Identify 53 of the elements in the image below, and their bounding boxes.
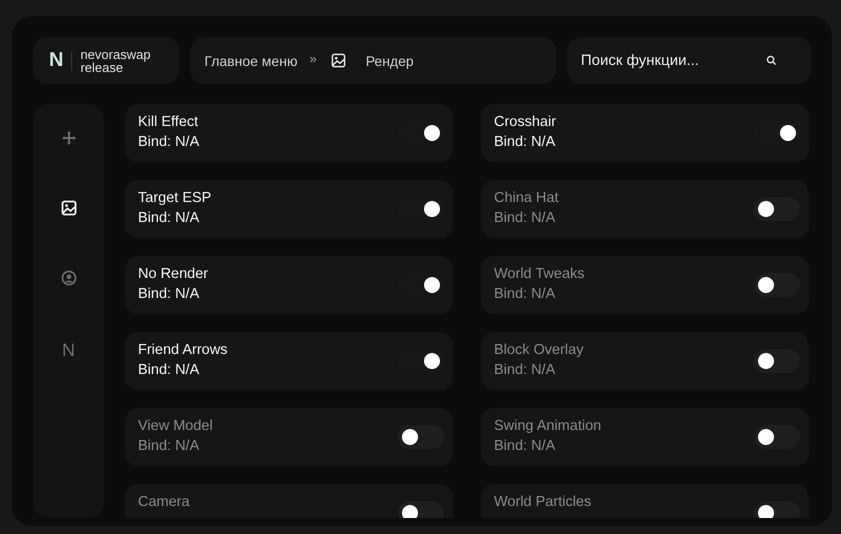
client-name: nevoraswap release [80,48,152,74]
module-name: Kill Effect [138,114,200,131]
image-icon[interactable] [60,200,76,216]
module-name: Crosshair [494,114,556,131]
module-name: Target ESP [138,190,212,207]
module-card[interactable]: World Tweaks Bind: N/A [481,256,809,314]
toggle-switch[interactable] [398,425,444,449]
toggle-switch[interactable] [754,273,800,297]
module-card[interactable]: Crosshair Bind: N/A [481,104,809,162]
bind-label: Bind: N/A [494,134,556,151]
module-card[interactable]: Kill Effect Bind: N/A [125,104,453,162]
module-name: No Render [138,266,208,283]
module-card[interactable]: China Hat Bind: N/A [481,180,809,238]
search-icon[interactable] [766,55,777,66]
bind-label: Bind: N/A [138,438,200,455]
bind-label: Bind: N/A [494,286,556,303]
module-card[interactable]: Camera [125,484,453,518]
bind-label: Bind: N/A [494,438,556,455]
module-card[interactable]: Swing Animation Bind: N/A [481,408,809,466]
toggle-switch[interactable] [398,501,444,518]
image-icon [330,53,346,68]
module-card[interactable]: Friend Arrows Bind: N/A [125,332,453,390]
bind-label: Bind: N/A [138,210,200,227]
module-name: World Particles [494,494,592,511]
module-name: View Model [138,418,213,435]
sidebar-letter-item[interactable]: N [62,340,75,360]
module-name: World Tweaks [494,266,585,283]
module-card[interactable]: View Model Bind: N/A [125,408,453,466]
module-card[interactable]: Block Overlay Bind: N/A [481,332,809,390]
module-card[interactable]: World Particles [481,484,809,518]
bind-label: Bind: N/A [138,362,200,379]
module-name: Friend Arrows [138,342,228,359]
module-name: Camera [138,494,190,511]
module-name: Swing Animation [494,418,602,435]
toggle-switch[interactable] [754,197,800,221]
module-card[interactable]: No Render Bind: N/A [125,256,453,314]
bind-label: Bind: N/A [138,134,200,151]
toggle-switch[interactable] [754,349,800,373]
toggle-switch[interactable] [754,501,800,518]
bind-label: Bind: N/A [494,362,556,379]
bind-label: Bind: N/A [138,286,200,303]
breadcrumb-separator: » [309,51,317,66]
module-name: Block Overlay [494,342,584,359]
move-icon[interactable] [60,130,76,146]
breadcrumb-link[interactable]: Главное меню [204,52,298,68]
breadcrumb-current: Рендер [366,52,414,68]
toggle-switch[interactable] [754,425,800,449]
module-name: China Hat [494,190,558,207]
logo-letter: N [49,49,64,72]
module-card[interactable]: Target ESP Bind: N/A [125,180,453,238]
search-field[interactable]: Поиск функции... [580,52,731,69]
user-circle-icon[interactable] [60,270,76,286]
bind-label: Bind: N/A [494,210,556,227]
